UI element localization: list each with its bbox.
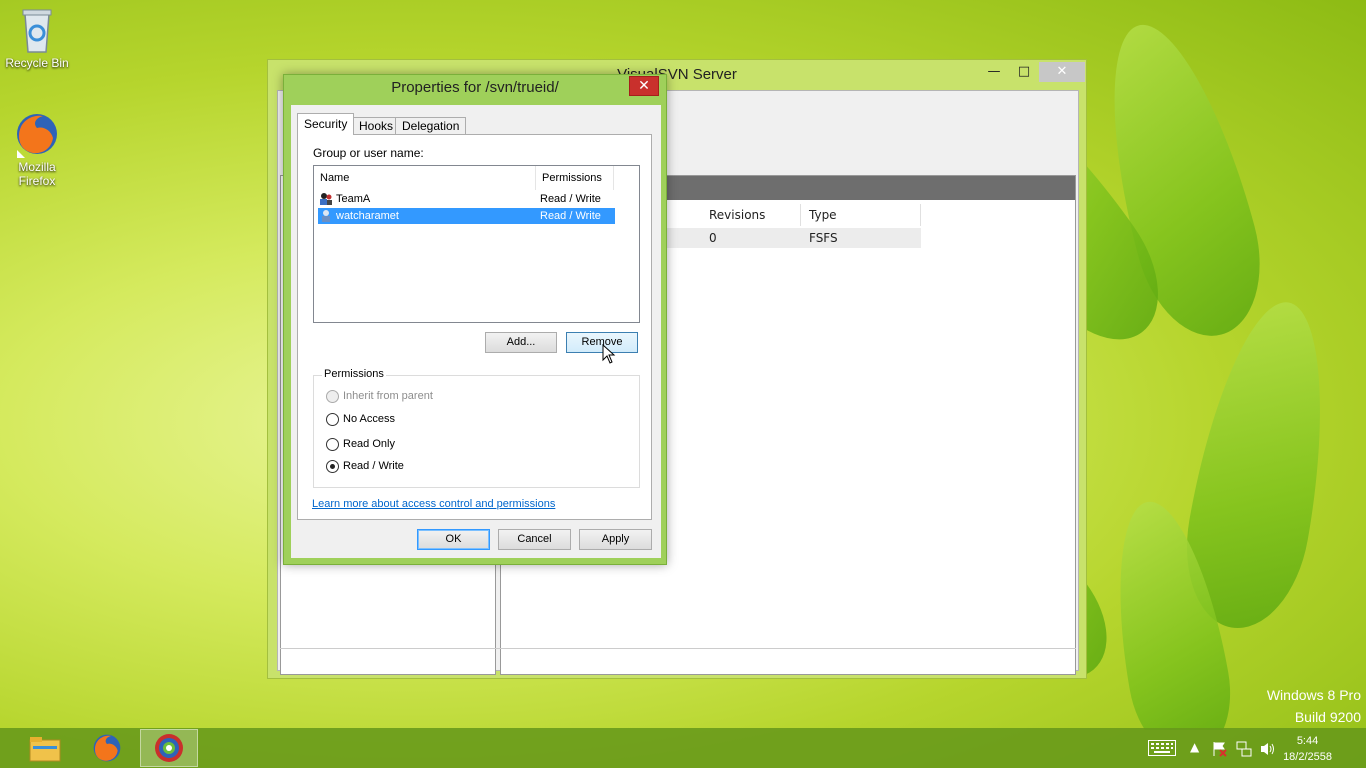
visualsvn-icon [155,734,183,762]
recycle-bin-icon [22,9,52,53]
column-revisions[interactable]: Revisions [701,204,801,226]
group-icon [320,193,332,205]
clock-date: 18/2/2558 [1283,751,1332,763]
repo-row-type[interactable]: FSFS [801,228,921,248]
taskbar-visualsvn[interactable] [140,729,198,767]
dialog-close-button[interactable]: ✕ [629,76,659,96]
minimize-button[interactable]: — [979,62,1009,82]
mouse-cursor-icon [602,344,616,364]
radio-dot-checked [326,460,339,473]
dialog-body: Security Hooks Delegation Group or user … [291,105,661,558]
firefox-label: Mozilla Firefox [18,160,56,188]
list-item-permissions: Read / Write [540,193,601,205]
maximize-button[interactable]: □ [1009,62,1039,82]
user-list[interactable]: Name Permissions TeamA Read / Write watc… [313,165,640,323]
repo-row-revisions[interactable]: 0 [701,228,801,248]
tab-security[interactable]: Security [297,113,355,135]
taskbar: ▲ 5:44 18/2/2558 [0,728,1366,768]
tab-hooks[interactable]: Hooks [352,117,401,135]
radio-dot [326,390,339,403]
properties-dialog: Properties for /svn/trueid/ ✕ Security H… [283,74,667,565]
list-header-permissions[interactable]: Permissions [536,166,614,190]
show-hidden-icons-icon[interactable]: ▲ [1190,740,1199,754]
list-header-name[interactable]: Name [314,166,536,190]
add-button[interactable]: Add... [485,332,557,353]
list-item-name: TeamA [336,193,371,205]
column-type[interactable]: Type [801,204,921,226]
watermark-edition: Windows 8 Pro [1266,687,1361,703]
user-icon [322,210,330,222]
radio-dot [326,413,339,426]
network-icon[interactable] [1236,741,1252,757]
list-item-permissions: Read / Write [540,210,601,222]
firefox-desktop-icon[interactable]: Mozilla Firefox [0,110,74,188]
radio-dot [326,438,339,451]
ok-button[interactable]: OK [417,529,490,550]
recycle-bin-desktop-icon[interactable]: Recycle Bin [0,6,74,70]
radio-label: Read / Write [343,460,404,472]
list-item-name: watcharamet [336,210,399,222]
security-tab-panel: Group or user name: Name Permissions Tea… [297,134,652,520]
radio-label: No Access [343,413,395,425]
watermark-build: Build 9200 [1294,709,1361,725]
help-link[interactable]: Learn more about access control and perm… [312,498,555,510]
permissions-group-title: Permissions [322,368,386,380]
permissions-group: Permissions Inherit from parent No Acces… [313,368,640,488]
action-center-flag-icon[interactable] [1212,741,1228,757]
dialog-title: Properties for /svn/trueid/ [391,79,559,96]
status-bar [280,648,1076,668]
volume-icon[interactable] [1260,741,1276,757]
tab-delegation[interactable]: Delegation [395,117,467,135]
taskbar-clock[interactable]: 5:44 18/2/2558 [1283,733,1332,765]
list-item[interactable]: TeamA Read / Write [318,191,615,207]
firefox-icon [17,114,57,158]
radio-label: Inherit from parent [343,390,433,402]
group-user-label: Group or user name: [313,146,424,160]
apply-button[interactable]: Apply [579,529,652,550]
touch-keyboard-icon[interactable] [1148,740,1176,756]
firefox-icon [93,734,121,762]
windows-watermark: Windows 8 Pro Build 9200 [1267,684,1361,728]
file-explorer-icon [29,737,61,762]
cancel-button[interactable]: Cancel [498,529,571,550]
list-item[interactable]: watcharamet Read / Write [318,208,615,224]
clock-time: 5:44 [1296,735,1319,747]
recycle-bin-label: Recycle Bin [5,56,69,70]
taskbar-file-explorer[interactable] [16,729,74,767]
radio-label: Read Only [343,438,395,450]
taskbar-firefox[interactable] [78,729,136,767]
main-close-button[interactable]: ✕ [1039,62,1085,82]
